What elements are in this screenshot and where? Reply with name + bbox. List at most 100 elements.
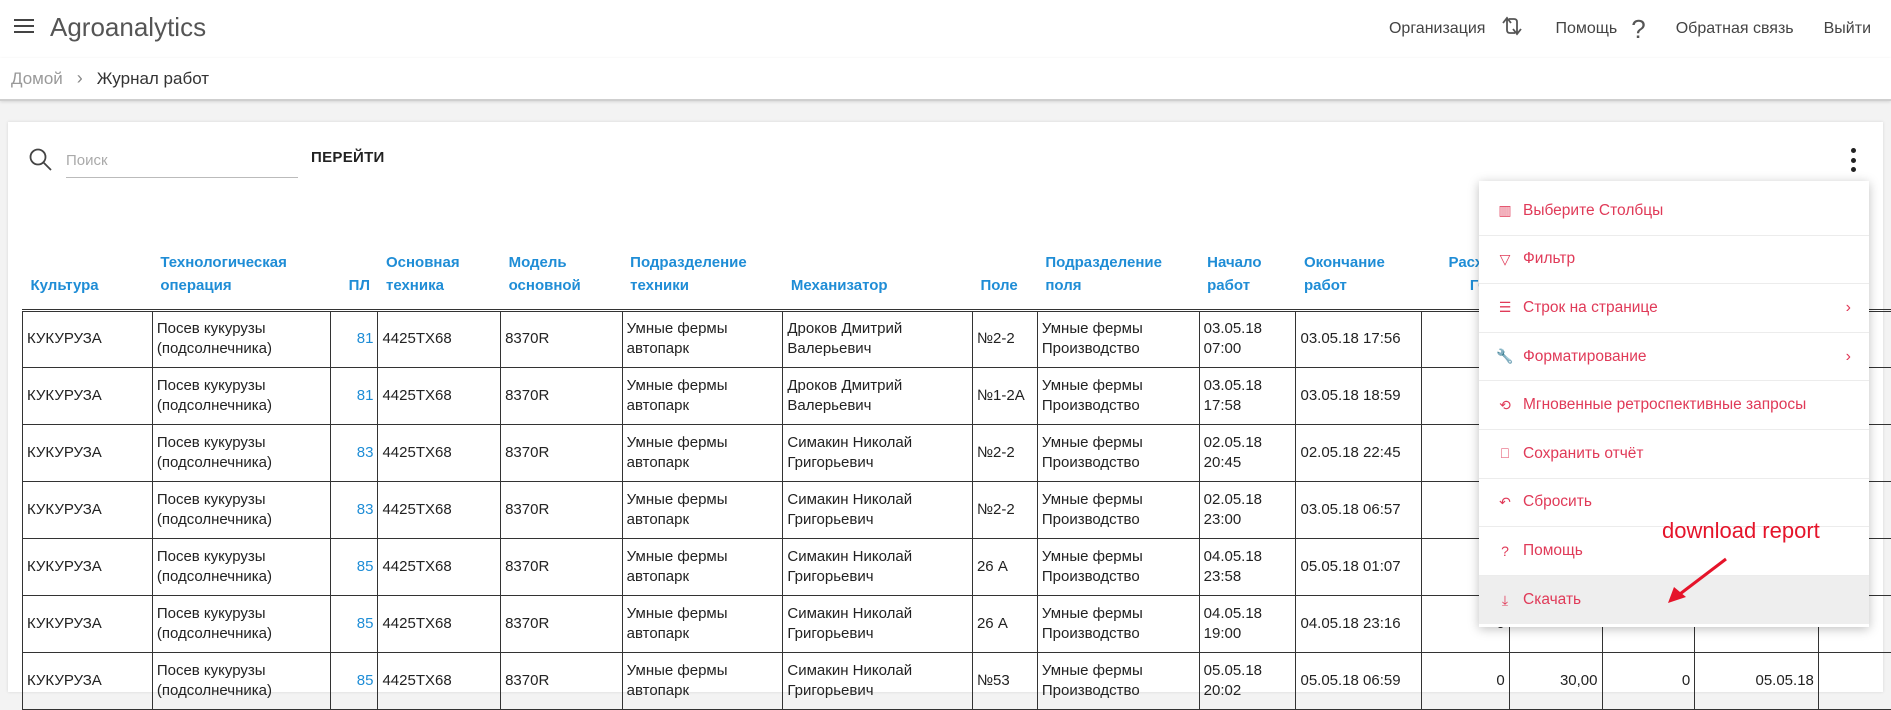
question-mark-icon[interactable]: ? xyxy=(1631,14,1645,45)
hamburger-menu-icon[interactable] xyxy=(14,19,34,37)
table-cell: Умные фермы автопарк xyxy=(622,595,783,652)
search-icon xyxy=(28,147,54,173)
table-cell: 0 xyxy=(1422,652,1510,709)
logout-label: Выйти xyxy=(1824,20,1871,38)
table-cell: Симакин Николай Григорьевич xyxy=(783,424,973,481)
menu-item[interactable]: ⎕Сохранить отчёт xyxy=(1479,430,1869,479)
table-cell: 4425ТХ68 xyxy=(378,595,501,652)
table-cell: Посев кукурузы (подсолнечника) xyxy=(152,310,330,367)
table-cell[interactable]: 81 xyxy=(331,310,378,367)
menu-item[interactable]: ⟲ Мгновенные ретроспективные запросы xyxy=(1479,381,1869,430)
go-button[interactable]: ПЕРЕЙТИ xyxy=(311,149,385,166)
table-cell: 8370R xyxy=(501,424,623,481)
wrench-icon: 🔧 xyxy=(1497,348,1513,365)
table-cell: Умные фермы автопарк xyxy=(622,367,783,424)
search-input[interactable] xyxy=(66,144,298,178)
table-cell: №53 xyxy=(972,652,1037,709)
table-cell: КУКУРУЗА xyxy=(23,424,153,481)
column-header[interactable]: Культура xyxy=(23,238,153,310)
logout-link[interactable]: Выйти xyxy=(1824,20,1871,38)
table-cell: 4425ТХ68 xyxy=(378,652,501,709)
table-cell: 02.05.18 23:00 xyxy=(1199,481,1296,538)
table-cell[interactable]: 69 xyxy=(1818,652,1891,709)
chevron-right-icon: › xyxy=(1846,348,1851,366)
organization-link[interactable]: Организация xyxy=(1389,13,1526,46)
table-cell: Посев кукурузы (подсолнечника) xyxy=(152,652,330,709)
chevron-right-icon: › xyxy=(1846,299,1851,317)
menu-item[interactable]: ☰Строк на странице› xyxy=(1479,284,1869,333)
table-cell: 04.05.18 19:00 xyxy=(1199,595,1296,652)
menu-item-label: Помощь xyxy=(1523,542,1583,560)
column-header[interactable]: Основная техника xyxy=(378,238,501,310)
table-cell: Умные фермы Производство xyxy=(1037,481,1199,538)
table-row: КУКУРУЗАПосев кукурузы (подсолнечника)85… xyxy=(23,652,1891,709)
table-cell: Умные фермы автопарк xyxy=(622,310,783,367)
top-nav: Организация Помощь ? Обратная связь Выйт… xyxy=(1359,0,1871,58)
history-icon: ⟲ xyxy=(1497,397,1513,414)
menu-item-label: Скачать xyxy=(1523,591,1581,609)
table-cell: 4425ТХ68 xyxy=(378,538,501,595)
table-cell: 04.05.18 23:58 xyxy=(1199,538,1296,595)
menu-item-label: Выберите Столбцы xyxy=(1523,202,1663,220)
menu-item[interactable]: 🔧 Форматирование › xyxy=(1479,333,1869,382)
column-header[interactable]: Механизатор xyxy=(783,238,973,310)
table-cell: Умные фермы Производство xyxy=(1037,652,1199,709)
table-cell: Посев кукурузы (подсолнечника) xyxy=(152,538,330,595)
help-link[interactable]: Помощь ? xyxy=(1555,14,1645,45)
annotation-arrow xyxy=(1660,555,1730,605)
table-cell: Умные фермы автопарк xyxy=(622,652,783,709)
breadcrumb-home[interactable]: Домой xyxy=(11,69,63,89)
column-header[interactable]: Подразделение техники xyxy=(622,238,783,310)
table-cell: 30,00 xyxy=(1509,652,1602,709)
organization-label: Организация xyxy=(1389,20,1486,38)
table-cell: 03.05.18 18:59 xyxy=(1296,367,1422,424)
table-cell: 8370R xyxy=(501,310,623,367)
menu-item[interactable]: ▽Фильтр xyxy=(1479,236,1869,285)
menu-item-label: Сохранить отчёт xyxy=(1523,445,1644,463)
top-bar: Agroanalytics Организация Помощь ? Обрат… xyxy=(0,0,1891,58)
table-cell: 8370R xyxy=(501,652,623,709)
switch-arrows-icon[interactable] xyxy=(1499,13,1525,46)
column-header[interactable]: Модель основной xyxy=(501,238,623,310)
column-header[interactable]: Технологическая операция xyxy=(152,238,330,310)
table-cell: 26 А xyxy=(972,595,1037,652)
table-cell: 03.05.18 17:58 xyxy=(1199,367,1296,424)
table-cell: 03.05.18 06:57 xyxy=(1296,481,1422,538)
more-vert-icon[interactable] xyxy=(1849,148,1857,172)
feedback-link[interactable]: Обратная связь xyxy=(1676,20,1794,38)
menu-item-label: Форматирование xyxy=(1523,348,1646,366)
chevron-right-icon: › xyxy=(77,68,83,89)
table-cell[interactable]: 81 xyxy=(331,367,378,424)
table-cell: Симакин Николай Григорьевич xyxy=(783,538,973,595)
column-header[interactable]: Поле xyxy=(972,238,1037,310)
filter-icon: ▽ xyxy=(1497,251,1513,268)
breadcrumb: Домой › Журнал работ xyxy=(0,58,1891,101)
column-header[interactable]: ПЛ xyxy=(331,238,378,310)
table-cell[interactable]: 85 xyxy=(331,652,378,709)
column-header[interactable]: Начало работ xyxy=(1199,238,1296,310)
menu-item-label: Сбросить xyxy=(1523,493,1592,511)
table-cell: 03.05.18 17:56 xyxy=(1296,310,1422,367)
table-cell: 4425ТХ68 xyxy=(378,367,501,424)
table-cell: КУКУРУЗА xyxy=(23,652,153,709)
table-cell: Посев кукурузы (подсолнечника) xyxy=(152,595,330,652)
table-cell: Посев кукурузы (подсолнечника) xyxy=(152,367,330,424)
column-header[interactable]: Подразделение поля xyxy=(1037,238,1199,310)
table-cell[interactable]: 85 xyxy=(331,595,378,652)
table-cell: Симакин Николай Григорьевич xyxy=(783,595,973,652)
table-cell: 05.05.18 xyxy=(1695,652,1819,709)
table-cell[interactable]: 83 xyxy=(331,424,378,481)
table-cell: КУКУРУЗА xyxy=(23,538,153,595)
table-cell: КУКУРУЗА xyxy=(23,310,153,367)
column-header[interactable]: Окончание работ xyxy=(1296,238,1422,310)
menu-item-label: Мгновенные ретроспективные запросы xyxy=(1523,396,1806,414)
table-cell: Дроков Дмитрий Валерьевич xyxy=(783,367,973,424)
table-cell: 8370R xyxy=(501,481,623,538)
table-cell: 05.05.18 06:59 xyxy=(1296,652,1422,709)
table-cell[interactable]: 85 xyxy=(331,538,378,595)
table-cell: Умные фермы Производство xyxy=(1037,595,1199,652)
menu-item[interactable]: ▥Выберите Столбцы xyxy=(1479,187,1869,236)
table-cell: Умные фермы автопарк xyxy=(622,481,783,538)
table-cell[interactable]: 83 xyxy=(331,481,378,538)
help-circle-icon: ? xyxy=(1497,543,1513,559)
